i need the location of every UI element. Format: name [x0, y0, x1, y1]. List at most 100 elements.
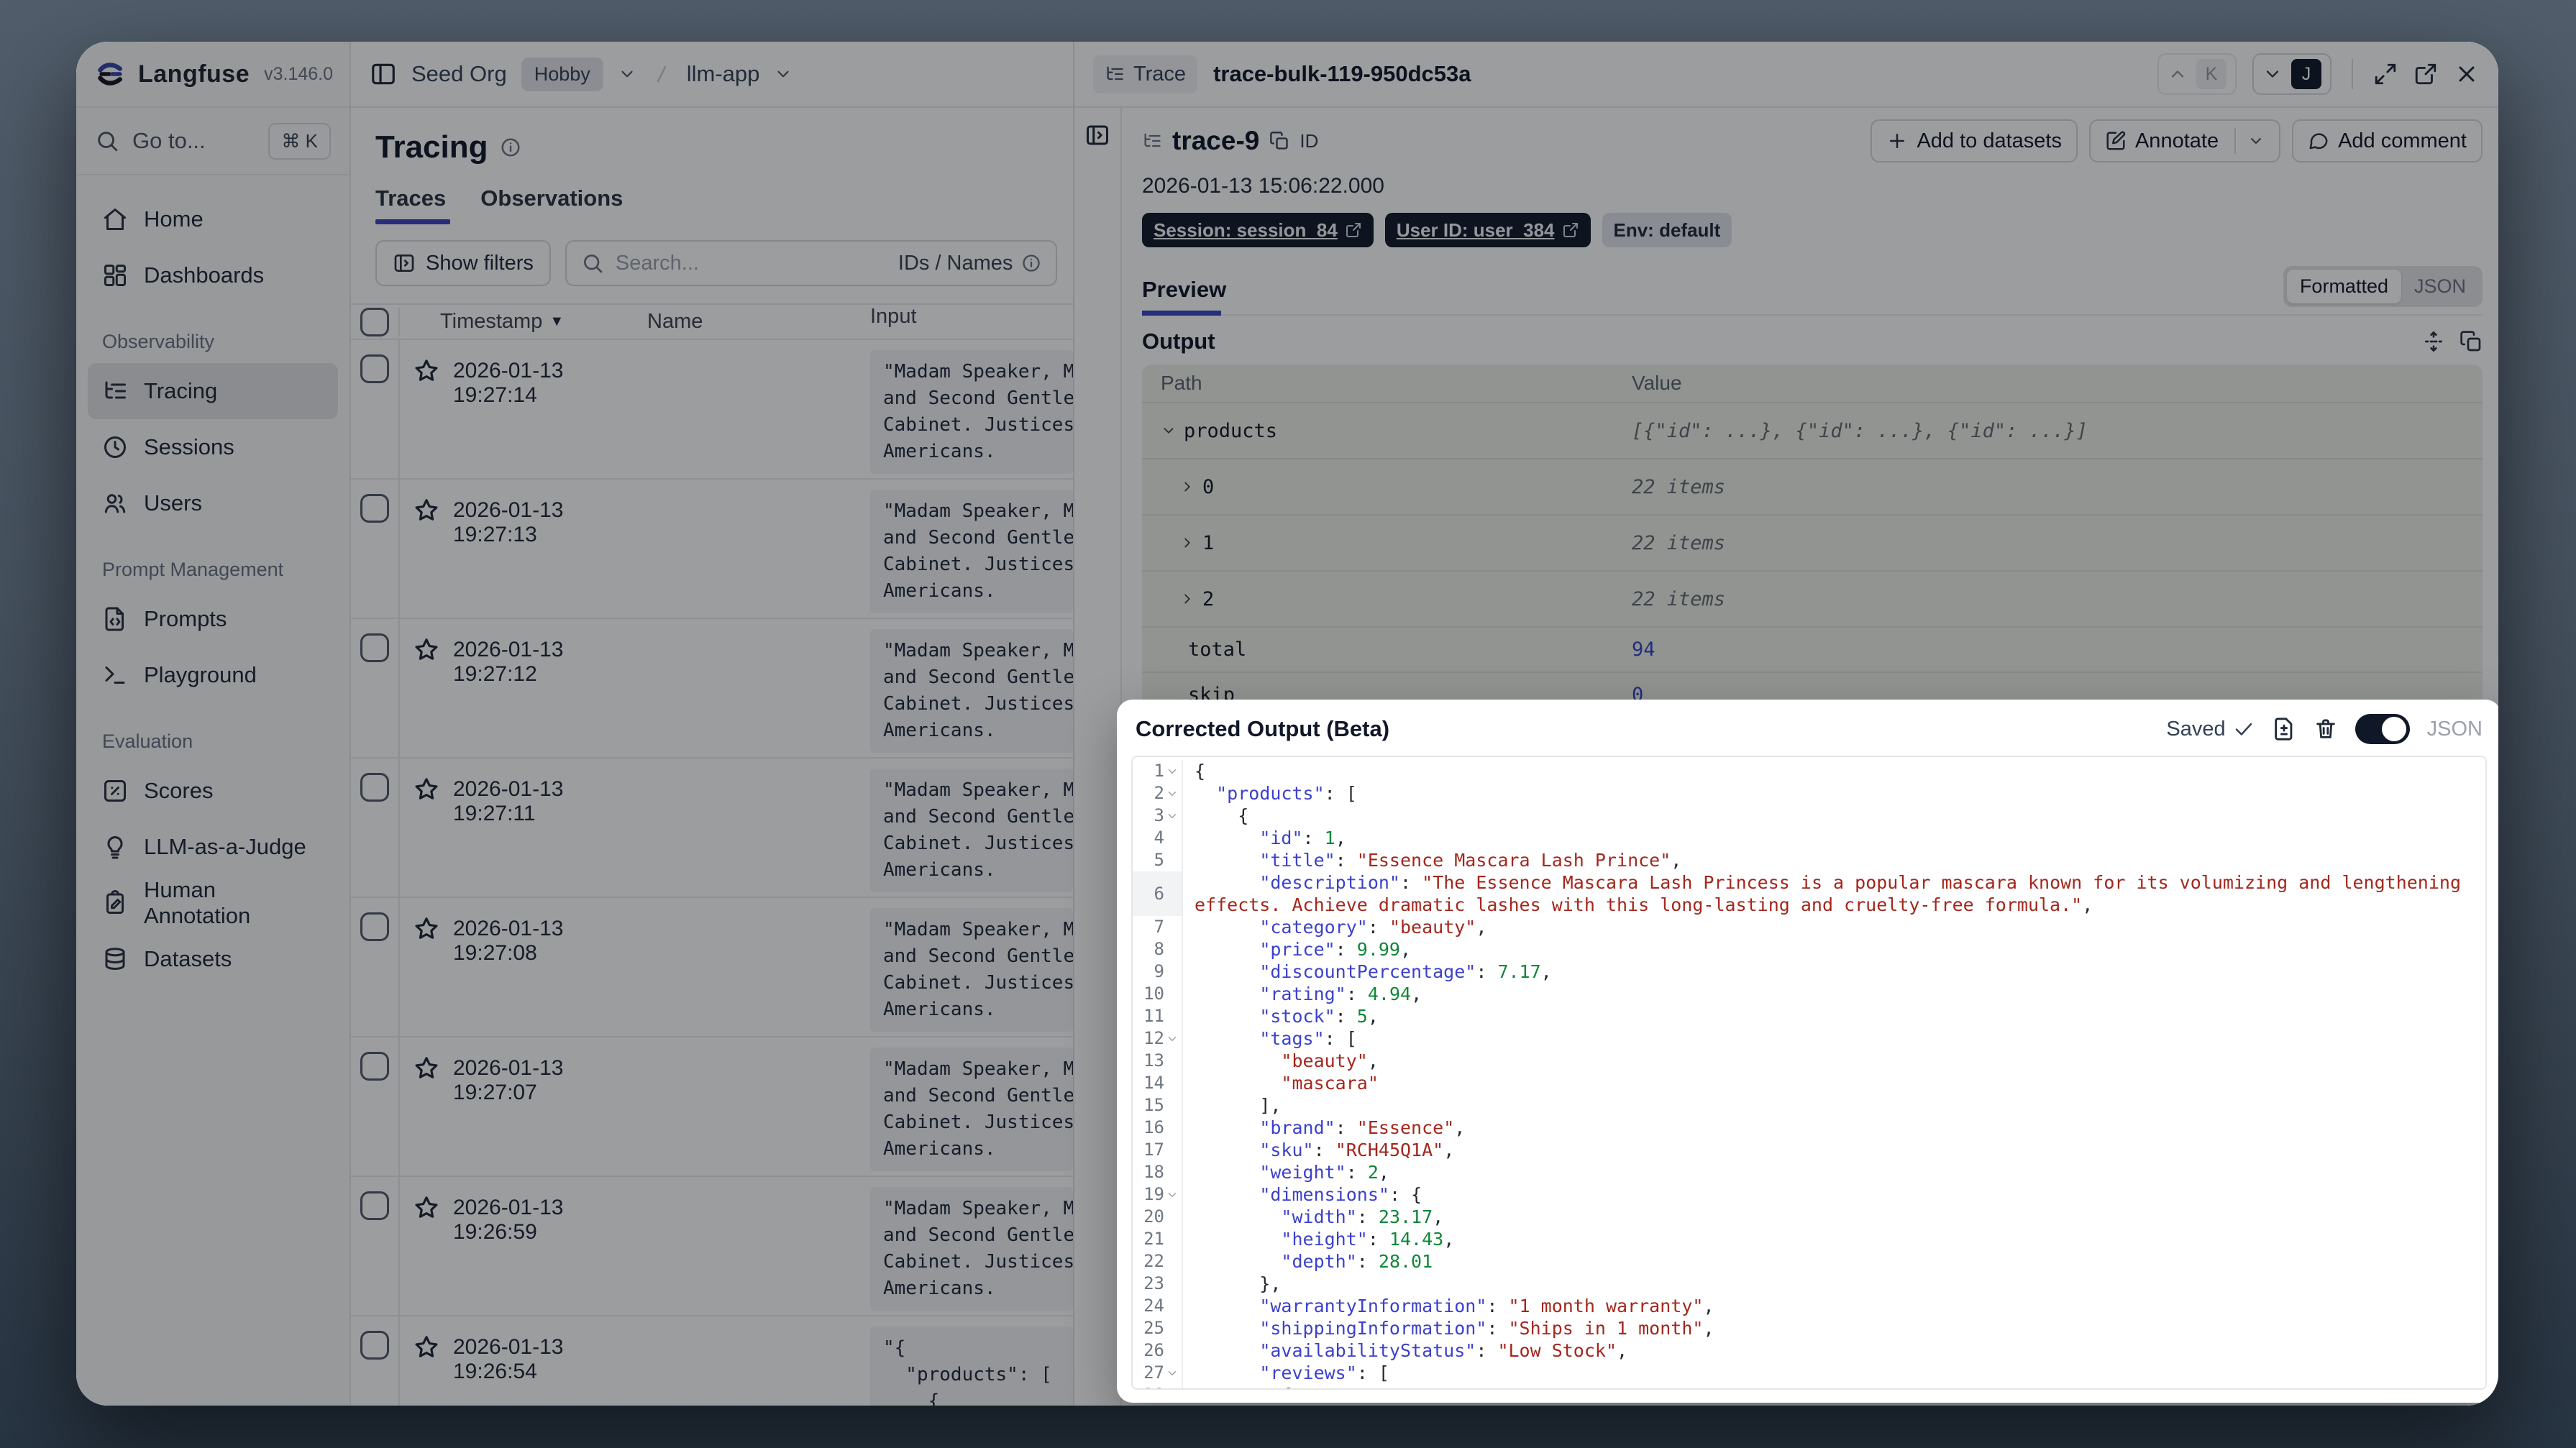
code-line: 28 { [1133, 1384, 2485, 1390]
fold-slot-empty [1166, 1211, 1179, 1224]
fold-toggle-icon[interactable] [1166, 765, 1179, 778]
fold-toggle-icon[interactable] [1166, 1032, 1179, 1045]
code-line: 1{ [1133, 760, 2485, 782]
line-gutter: 22 [1133, 1250, 1183, 1273]
json-punct [1195, 917, 1259, 938]
code-content: "description": "The Essence Mascara Lash… [1183, 871, 2485, 916]
json-punct: : [1356, 1251, 1379, 1272]
delete-icon[interactable] [2314, 717, 2338, 741]
json-punct: , [2082, 894, 2093, 915]
json-number: 4.94 [1367, 984, 1412, 1004]
json-punct: , [1703, 1318, 1714, 1339]
line-gutter: 11 [1133, 1005, 1183, 1027]
json-punct [1195, 1140, 1259, 1160]
json-punct [1195, 1251, 1281, 1272]
code-content: "brand": "Essence", [1183, 1117, 2485, 1139]
json-number: 28.01 [1378, 1251, 1433, 1272]
fold-slot-empty [1166, 1255, 1179, 1268]
json-key: "reviews" [1259, 1362, 1357, 1383]
line-number: 16 [1143, 1117, 1164, 1137]
line-number: 14 [1143, 1073, 1164, 1093]
code-line: 24 "warrantyInformation": "1 month warra… [1133, 1295, 2485, 1317]
json-key: "rating" [1259, 984, 1346, 1004]
corrected-output-title: Corrected Output (Beta) [1136, 716, 1390, 741]
fold-slot-empty [1166, 1144, 1179, 1157]
json-string: "mascara" [1281, 1073, 1379, 1094]
json-punct [1195, 961, 1259, 982]
json-toggle[interactable] [2355, 714, 2410, 744]
json-punct: : [1346, 1162, 1368, 1183]
code-content: "discountPercentage": 7.17, [1183, 961, 2485, 983]
line-gutter: 19 [1133, 1183, 1183, 1206]
code-line: 22 "depth": 28.01 [1133, 1250, 2485, 1273]
json-toggle-label: JSON [2426, 717, 2483, 741]
json-punct: , [1671, 850, 1682, 871]
line-number: 18 [1143, 1162, 1164, 1182]
json-punct: ], [1195, 1095, 1282, 1116]
line-number: 17 [1143, 1140, 1164, 1160]
json-punct: , [1617, 1340, 1628, 1361]
line-number: 15 [1143, 1095, 1164, 1115]
code-line: 8 "price": 9.99, [1133, 938, 2485, 961]
code-line: 21 "height": 14.43, [1133, 1228, 2485, 1250]
json-punct [1195, 1117, 1259, 1138]
line-gutter: 6 [1133, 871, 1183, 916]
line-gutter: 26 [1133, 1339, 1183, 1362]
diff-file-icon[interactable] [2272, 717, 2296, 741]
code-content: { [1183, 760, 2485, 782]
fold-toggle-icon[interactable] [1166, 810, 1179, 822]
line-number: 2 [1154, 783, 1164, 803]
line-number: 7 [1154, 917, 1164, 937]
code-line: 5 "title": "Essence Mascara Lash Prince"… [1133, 849, 2485, 871]
line-number: 8 [1154, 939, 1164, 959]
line-number: 4 [1154, 828, 1164, 848]
json-key: "price" [1259, 939, 1335, 960]
code-line: 19 "dimensions": { [1133, 1183, 2485, 1206]
json-punct: { [1195, 761, 1206, 782]
saved-status: Saved [2166, 718, 2254, 741]
code-content: "mascara" [1183, 1072, 2485, 1094]
json-punct [1195, 1028, 1259, 1049]
fold-toggle-icon[interactable] [1166, 1389, 1179, 1390]
json-punct: : [1302, 828, 1325, 848]
json-punct: : [1476, 1340, 1498, 1361]
line-number: 25 [1143, 1318, 1164, 1338]
code-line: 2 "products": [ [1133, 782, 2485, 805]
code-line: 20 "width": 23.17, [1133, 1206, 2485, 1228]
code-content: "height": 14.43, [1183, 1228, 2485, 1250]
json-punct [1195, 1206, 1281, 1227]
code-line: 9 "discountPercentage": 7.17, [1133, 961, 2485, 983]
json-key: "category" [1259, 917, 1368, 938]
json-key: "width" [1281, 1206, 1357, 1227]
json-punct: { [1195, 1385, 1292, 1388]
code-content: "depth": 28.01 [1183, 1250, 2485, 1273]
json-punct: : [ [1324, 1028, 1357, 1049]
code-content: "rating": 4.94, [1183, 983, 2485, 1005]
json-punct: : [1486, 1318, 1509, 1339]
json-punct: , [1443, 1229, 1455, 1250]
line-gutter: 13 [1133, 1050, 1183, 1072]
json-key: "tags" [1259, 1028, 1325, 1049]
fold-toggle-icon[interactable] [1166, 1367, 1179, 1380]
json-punct: : [1313, 1140, 1335, 1160]
fold-slot-empty [1166, 966, 1179, 979]
json-key: "sku" [1259, 1140, 1314, 1160]
code-content: "title": "Essence Mascara Lash Prince", [1183, 849, 2485, 871]
json-key: "depth" [1281, 1251, 1357, 1272]
json-editor[interactable]: 1{2 "products": [3 {4 "id": 1, 5 "title":… [1131, 756, 2487, 1390]
line-gutter: 15 [1133, 1094, 1183, 1117]
fold-slot-empty [1166, 921, 1179, 934]
json-punct: , [1476, 917, 1487, 938]
json-key: "title" [1259, 850, 1335, 871]
corrected-output-card: Corrected Output (Beta) Saved JSON 1{2 "… [1117, 700, 2498, 1403]
code-content: "weight": 2, [1183, 1161, 2485, 1183]
code-line: 3 { [1133, 805, 2485, 827]
fold-toggle-icon[interactable] [1166, 787, 1179, 800]
json-punct [1195, 1073, 1281, 1094]
fold-slot-empty [1166, 1077, 1179, 1090]
line-gutter: 10 [1133, 983, 1183, 1005]
json-punct [1195, 783, 1216, 804]
json-string: "beauty" [1281, 1050, 1368, 1071]
fold-slot-empty [1166, 1099, 1179, 1112]
fold-toggle-icon[interactable] [1166, 1188, 1179, 1201]
